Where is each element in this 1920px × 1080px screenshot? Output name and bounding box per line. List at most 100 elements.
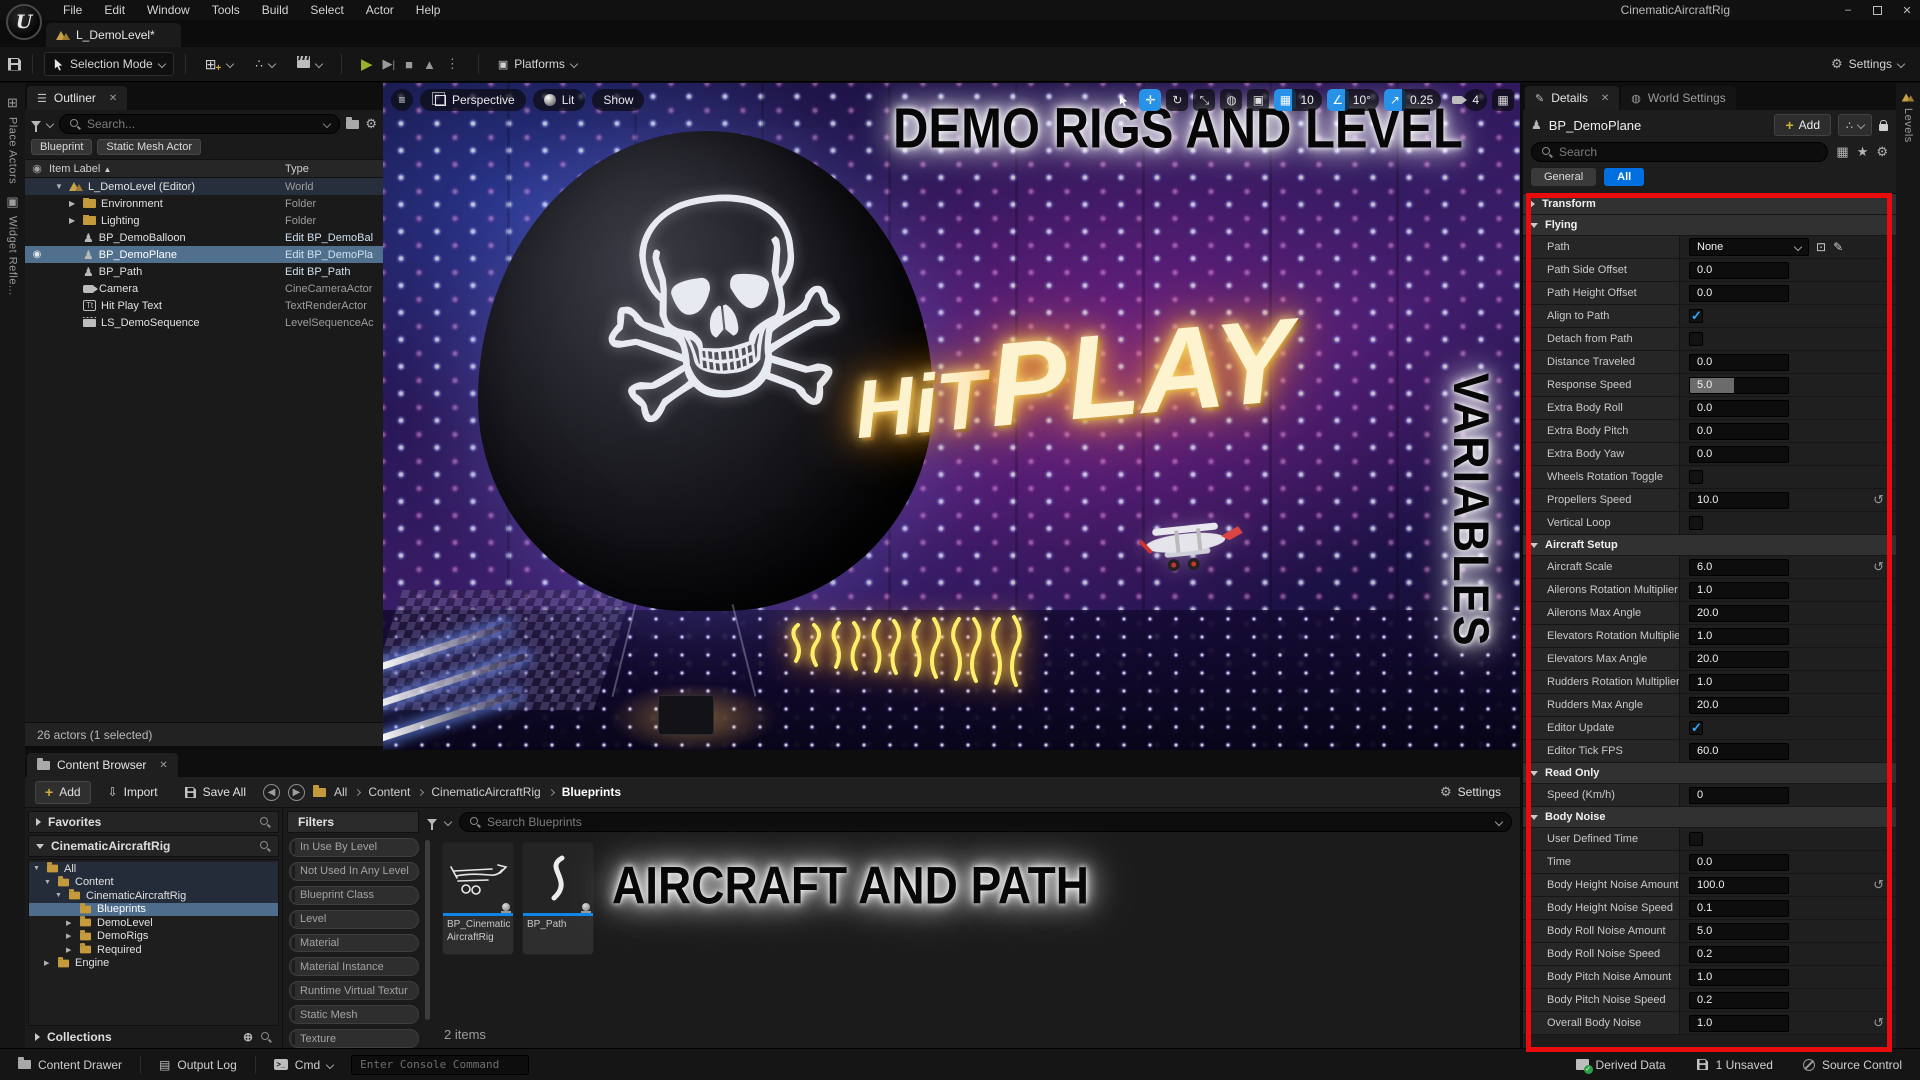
move-tool-icon[interactable]: ✛ <box>1139 89 1161 111</box>
settings-button[interactable]: ⚙ Settings <box>1823 52 1912 76</box>
menu-select[interactable]: Select <box>299 1 354 19</box>
cinematics-button[interactable] <box>289 52 330 76</box>
outliner-row[interactable]: LS_DemoSequenceLevelSequenceAc <box>25 314 383 331</box>
details-settings-icon[interactable]: ⚙ <box>1876 144 1888 160</box>
minimize-icon[interactable]: – <box>1841 4 1855 16</box>
filter-chip-all[interactable]: All <box>1604 168 1644 186</box>
eyedropper-icon[interactable]: ✎ <box>1833 240 1843 254</box>
stop-icon[interactable]: ■ <box>405 57 413 72</box>
outliner-filter-chip[interactable]: Blueprint <box>31 139 92 155</box>
checkbox-unchecked[interactable] <box>1689 332 1703 346</box>
outliner-settings-icon[interactable]: ⚙ <box>365 116 377 132</box>
reset-to-default-icon[interactable]: ↺ <box>1873 492 1884 508</box>
search-icon[interactable] <box>259 840 271 852</box>
filter-pill[interactable]: Blueprint Class <box>289 886 419 905</box>
breadcrumb-item[interactable]: Blueprints <box>562 785 621 799</box>
world-space-icon[interactable]: ◍ <box>1220 89 1242 111</box>
checkbox-unchecked[interactable] <box>1689 832 1703 846</box>
tree-item[interactable]: ▼All <box>29 862 278 876</box>
console-command-input[interactable]: Enter Console Command <box>351 1055 529 1075</box>
menu-tools[interactable]: Tools <box>201 1 251 19</box>
expander-icon[interactable]: ▶ <box>66 946 74 954</box>
cmd-dropdown[interactable]: >_ Cmd <box>266 1049 341 1080</box>
tab-world-settings[interactable]: ◍ World Settings <box>1621 86 1735 110</box>
tree-item[interactable]: ▶Required <box>29 943 278 957</box>
lock-icon[interactable] <box>1879 124 1888 131</box>
checkbox-checked[interactable] <box>1689 309 1703 323</box>
reset-to-default-icon[interactable]: ↺ <box>1873 877 1884 893</box>
tree-item[interactable]: ▶DemoRigs <box>29 930 278 944</box>
forward-icon[interactable]: ▶ <box>288 784 305 801</box>
skip-icon[interactable]: ▶| <box>382 56 395 72</box>
menu-actor[interactable]: Actor <box>355 1 405 19</box>
maximize-viewport-icon[interactable]: ▦ <box>1492 89 1514 111</box>
add-collection-icon[interactable]: ⊕ <box>243 1030 253 1044</box>
derived-data-button[interactable]: Derived Data <box>1568 1058 1674 1072</box>
expander-icon[interactable]: ▶ <box>69 199 78 208</box>
expander-icon[interactable]: ▶ <box>44 959 52 967</box>
outliner-search-input[interactable]: Search... <box>59 114 340 134</box>
value-input[interactable]: 20.0 <box>1689 605 1789 622</box>
value-input[interactable]: 1.0 <box>1689 674 1789 691</box>
checkbox-unchecked[interactable] <box>1689 470 1703 484</box>
blueprints-button[interactable]: ∴ <box>247 52 283 76</box>
section-header[interactable]: Transform <box>1523 194 1896 215</box>
add-actor-button[interactable]: ⊞+ <box>197 52 242 76</box>
save-icon[interactable] <box>8 58 21 71</box>
section-header[interactable]: Body Noise <box>1523 807 1896 828</box>
value-input[interactable]: 1.0 <box>1689 582 1789 599</box>
value-input[interactable]: 6.0 <box>1689 559 1789 576</box>
tree-item[interactable]: ▼Content <box>29 876 278 890</box>
filter-icon[interactable] <box>31 121 41 127</box>
asset-tile[interactable]: BP_Cinematic AircraftRig <box>442 842 514 955</box>
expander-icon[interactable]: ▶ <box>69 216 78 225</box>
collections-section[interactable]: Collections ⊕ <box>28 1026 279 1048</box>
asset-tile[interactable]: BP_Path <box>522 842 594 955</box>
value-input[interactable]: 10.0 <box>1689 492 1789 509</box>
more-options-icon[interactable]: ⋮ <box>446 56 459 72</box>
pick-actor-icon[interactable]: ⊡ <box>1816 240 1826 254</box>
menu-window[interactable]: Window <box>136 1 201 19</box>
menu-build[interactable]: Build <box>251 1 300 19</box>
value-input[interactable]: 1.0 <box>1689 628 1789 645</box>
search-icon[interactable] <box>259 816 271 828</box>
save-all-button[interactable]: Save All <box>175 781 255 804</box>
value-input[interactable]: 1.0 <box>1689 1015 1789 1032</box>
details-search-input[interactable]: Search <box>1531 142 1828 162</box>
selection-mode-button[interactable]: Selection Mode <box>44 52 174 76</box>
filter-pill[interactable]: Material <box>289 934 419 953</box>
import-button[interactable]: ⇩ Import <box>99 781 167 804</box>
filter-icon[interactable] <box>427 819 437 825</box>
checkbox-unchecked[interactable] <box>1689 516 1703 530</box>
value-input[interactable]: 0.0 <box>1689 400 1789 417</box>
eject-icon[interactable]: ▲ <box>423 57 436 72</box>
output-log-button[interactable]: ▤ Output Log <box>151 1049 245 1080</box>
filters-scrollbar[interactable] <box>425 840 430 1020</box>
close-tab-icon[interactable]: ✕ <box>109 93 117 104</box>
close-icon[interactable]: ✕ <box>1900 4 1914 17</box>
filter-pill[interactable]: Not Used In Any Level <box>289 862 419 881</box>
expander-icon[interactable]: ▶ <box>66 919 74 927</box>
project-section[interactable]: CinematicAircraftRig <box>28 835 279 857</box>
content-drawer-button[interactable]: Content Drawer <box>10 1049 130 1080</box>
blueprint-edit-button[interactable]: ∴ <box>1838 114 1872 136</box>
value-input[interactable]: 20.0 <box>1689 651 1789 668</box>
reset-to-default-icon[interactable]: ↺ <box>1873 559 1884 575</box>
outliner-filter-chip[interactable]: Static Mesh Actor <box>97 139 201 155</box>
value-input[interactable]: 0.2 <box>1689 992 1789 1009</box>
tab-content-browser[interactable]: Content Browser ✕ <box>27 753 178 777</box>
filter-pill[interactable]: In Use By Level <box>289 838 419 857</box>
sidebar-item-place-actors[interactable]: ⊞ Place Actors <box>7 95 19 184</box>
level-tab[interactable]: L_DemoLevel* <box>46 23 181 47</box>
column-type[interactable]: Type <box>285 163 383 175</box>
filter-chip-general[interactable]: General <box>1531 168 1596 186</box>
rotation-snap-value[interactable]: 10° <box>1345 89 1379 111</box>
outliner-row[interactable]: ▼L_DemoLevel (Editor)World <box>25 178 383 195</box>
outliner-row[interactable]: ▶LightingFolder <box>25 212 383 229</box>
content-browser-settings-button[interactable]: ⚙ Settings <box>1431 781 1510 804</box>
asset-search-input[interactable]: Search Blueprints <box>459 812 1512 832</box>
maximize-icon[interactable] <box>1873 6 1882 15</box>
value-input[interactable]: 0.0 <box>1689 354 1789 371</box>
expander-icon[interactable]: ▼ <box>44 879 52 886</box>
filter-pill[interactable]: Level <box>289 910 419 929</box>
